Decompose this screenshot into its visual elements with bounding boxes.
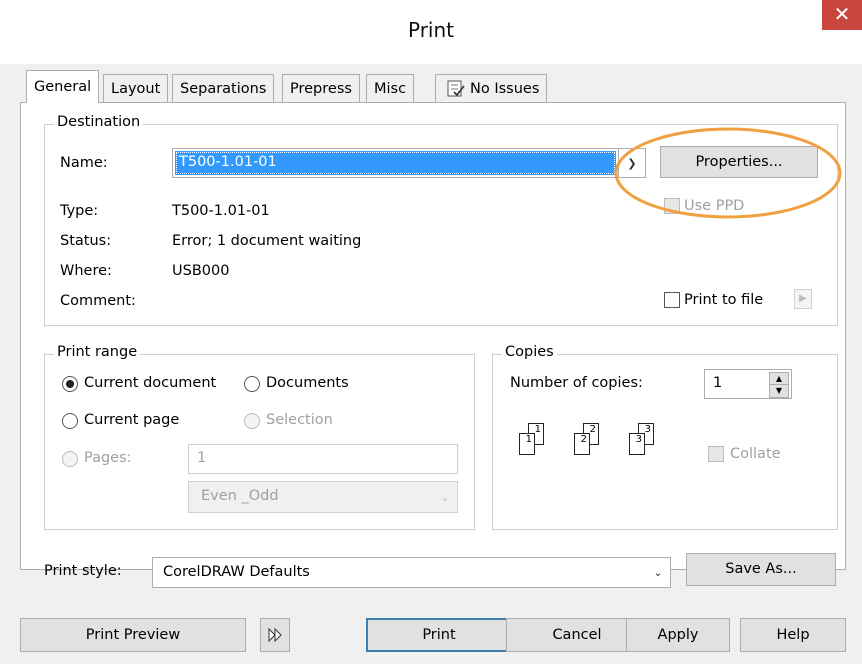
print-range-group-label: Print range: [54, 344, 141, 360]
print-style-value: CorelDRAW Defaults: [163, 564, 310, 580]
collate-checkbox[interactable]: [708, 446, 724, 462]
tab-label: Layout: [111, 81, 161, 97]
tab-label: Misc: [374, 81, 407, 97]
print-style-label: Print style:: [44, 563, 122, 579]
selection-radio[interactable]: [244, 413, 260, 429]
number-of-copies-label: Number of copies:: [510, 375, 643, 391]
chevron-down-icon: ⌄: [440, 490, 450, 504]
status-value: Error; 1 document waiting: [172, 233, 362, 249]
page-number: 3: [635, 434, 642, 445]
print-button[interactable]: Print: [366, 618, 512, 652]
close-button[interactable]: ✕: [822, 0, 862, 30]
tab-prepress[interactable]: Prepress: [282, 74, 360, 102]
triangle-right-icon: ▶: [799, 293, 807, 304]
tab-label: No Issues: [470, 81, 540, 97]
tab-no-issues[interactable]: No Issues: [435, 74, 548, 102]
arrow-down-icon: ▼: [775, 386, 783, 395]
tab-label: Separations: [180, 81, 267, 97]
tab-label: Prepress: [290, 81, 352, 97]
current-page-label: Current page: [84, 412, 180, 428]
documents-radio[interactable]: [244, 376, 260, 392]
apply-button[interactable]: Apply: [626, 618, 730, 652]
current-document-label: Current document: [84, 375, 217, 391]
copies-value: 1: [713, 375, 723, 391]
window-title: Print: [407, 18, 454, 42]
close-icon: ✕: [833, 2, 851, 26]
help-button[interactable]: Help: [740, 618, 846, 652]
save-as-button[interactable]: Save As...: [686, 553, 836, 586]
chevron-down-icon: ⌄: [653, 566, 663, 579]
page-number: 3: [644, 424, 651, 435]
current-document-radio[interactable]: [62, 376, 78, 392]
arrow-up-icon: ▲: [775, 374, 783, 383]
printer-name-value: T500-1.01-01: [179, 154, 277, 170]
print-to-file-arrow-button[interactable]: ▶: [794, 289, 812, 309]
pages-radio[interactable]: [62, 451, 78, 467]
comment-label: Comment:: [60, 293, 136, 309]
even-odd-value: Even _Odd: [201, 488, 279, 504]
page-number: 1: [534, 424, 541, 435]
pages-label: Pages:: [84, 450, 132, 466]
where-label: Where:: [60, 263, 112, 279]
print-to-file-checkbox[interactable]: [664, 292, 680, 308]
type-value: T500-1.01-01: [172, 203, 270, 219]
documents-label: Documents: [266, 375, 349, 391]
tab-label: General: [34, 79, 92, 95]
checklist-icon: [447, 80, 465, 97]
page-icon: 2: [574, 433, 590, 455]
page-icon: 1: [519, 433, 535, 455]
even-odd-select[interactable]: Even _Odd ⌄: [188, 481, 458, 513]
current-page-radio[interactable]: [62, 413, 78, 429]
page-number: 2: [580, 434, 587, 445]
preview-expand-button[interactable]: [260, 618, 290, 652]
selection-label: Selection: [266, 412, 333, 428]
page-icon: 3: [629, 433, 645, 455]
type-label: Type:: [60, 203, 99, 219]
name-label: Name:: [60, 155, 108, 171]
tab-general[interactable]: General: [26, 70, 100, 103]
copies-group-label: Copies: [502, 344, 557, 360]
printer-name-select[interactable]: T500-1.01-01 ❯: [172, 148, 646, 178]
annotation-ellipse: [614, 127, 842, 219]
print-style-select[interactable]: CorelDRAW Defaults ⌄: [152, 557, 671, 588]
status-label: Status:: [60, 233, 112, 249]
copies-stepper[interactable]: 1 ▲ ▼: [704, 369, 792, 399]
page-number: 2: [589, 424, 596, 435]
collate-label: Collate: [730, 446, 781, 462]
page-number: 1: [525, 434, 532, 445]
tab-layout[interactable]: Layout: [103, 74, 169, 102]
destination-group-label: Destination: [54, 114, 144, 130]
where-value: USB000: [172, 263, 230, 279]
print-to-file-label: Print to file: [684, 292, 764, 308]
tab-misc[interactable]: Misc: [366, 74, 415, 102]
pages-input-value: 1: [197, 450, 207, 466]
tab-separations[interactable]: Separations: [172, 74, 275, 102]
pages-input[interactable]: 1: [188, 444, 458, 474]
double-chevron-right-icon: [268, 627, 282, 643]
print-preview-button[interactable]: Print Preview: [20, 618, 246, 652]
copies-down-button[interactable]: ▼: [769, 384, 789, 398]
